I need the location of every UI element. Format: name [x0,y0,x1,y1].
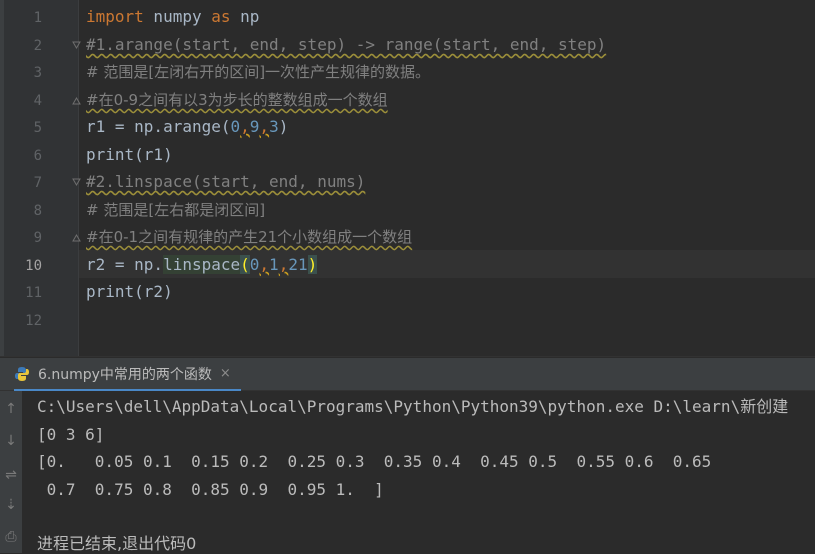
code-line-6[interactable]: print(r1) [86,145,173,165]
comma: , [259,255,270,274]
console-exit-message: 进程已结束,退出代码0 [37,534,197,553]
fold-icon[interactable] [72,178,81,187]
keyword-import: import [86,7,144,26]
console-line: C:\Users\dell\AppData\Local\Programs\Pyt… [37,397,789,416]
keyword-as: as [211,7,231,26]
line-number: 4 [33,93,42,109]
python-icon [15,366,29,381]
code-line-3[interactable]: # 范围是[左闭右开的区间]一次性产生规律的数据。 [86,62,430,82]
line-number: 3 [33,65,42,81]
line-number: 7 [33,175,42,191]
code-line-5[interactable]: r1 = np.arange(0,9,3) [86,117,288,137]
line-number-active: 10 [25,258,42,274]
soft-wrap-icon[interactable]: ⇌ [3,467,19,483]
print-icon[interactable]: ⎙ [3,529,19,545]
close-icon[interactable]: × [220,366,231,381]
paren-open: ( [240,255,250,274]
code-line-9[interactable]: #在0-1之间有规律的产生21个小数组成一个数组 [86,227,412,247]
code-line-11[interactable]: print(r2) [86,282,173,302]
line-number: 6 [33,148,42,164]
console-toolbar: ↑ ↓ ⇌ ⇣ ⎙ [0,391,22,553]
number-literal: 0 [230,117,241,136]
number-literal: 21 [288,255,308,274]
comma: , [240,117,250,136]
code-text: r1 = np.arange( [86,117,231,136]
run-tab-label: 6.numpy中常用的两个函数 [38,366,212,383]
code-line-2[interactable]: #1.arange(start, end, step) -> range(sta… [86,35,606,55]
line-number: 8 [33,203,42,219]
code-line-10[interactable]: r2 = np.linspace(0,1,21) [86,255,318,275]
number-literal: 0 [249,255,260,274]
code-text: numpy [143,7,212,26]
code-editor[interactable]: 1 2 3 4 5 6 7 8 9 10 11 12 import numpy … [0,0,815,356]
console-line: [0. 0.05 0.1 0.15 0.2 0.25 0.3 0.35 0.4 … [37,452,712,471]
console-line: 0.7 0.75 0.8 0.85 0.9 0.95 1. ] [37,480,384,499]
paren-close: ) [307,255,318,274]
arrow-up-icon[interactable]: ↑ [3,401,19,417]
fold-icon[interactable] [72,96,81,105]
number-literal: 1 [269,255,279,274]
scroll-to-end-icon[interactable]: ⇣ [3,497,19,513]
code-line-1[interactable]: import numpy as np [86,7,259,27]
fold-icon[interactable] [72,41,81,50]
comma: , [259,117,270,136]
number-literal: 3 [269,117,279,136]
console-output[interactable]: C:\Users\dell\AppData\Local\Programs\Pyt… [0,391,815,553]
code-line-4[interactable]: #在0-9之间有以3为步长的整数组成一个数组 [86,90,388,110]
number-literal: 9 [249,117,260,136]
code-text: np [230,7,260,26]
fold-icon[interactable] [72,233,81,242]
code-line-7[interactable]: #2.linspace(start, end, nums) [86,172,365,192]
line-number: 5 [33,120,42,136]
line-number: 1 [33,10,42,26]
line-number: 12 [25,313,42,329]
line-number: 9 [33,230,42,246]
code-line-8[interactable]: # 范围是[左右都是闭区间] [86,200,265,220]
console-line: [0 3 6] [37,425,105,444]
code-text: r2 = np. [86,255,164,274]
run-tab[interactable]: 6.numpy中常用的两个函数 × [14,358,241,392]
arrow-down-icon[interactable]: ↓ [3,433,19,449]
comma: , [278,255,289,274]
line-number: 2 [33,38,42,54]
run-panel-header: 6.numpy中常用的两个函数 × [0,358,815,392]
line-number: 11 [25,285,42,301]
function-name: linspace [163,255,241,274]
code-text: ) [278,117,289,136]
